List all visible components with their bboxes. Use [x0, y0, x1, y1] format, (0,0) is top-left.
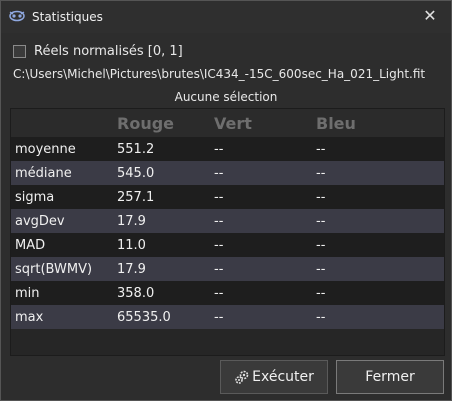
- close-button-label: Fermer: [365, 369, 415, 385]
- stat-vert: --: [214, 261, 224, 277]
- stat-bleu: --: [316, 213, 326, 229]
- execute-button-label: Exécuter: [252, 369, 314, 385]
- table-row[interactable]: MAD 11.0 -- --: [11, 233, 444, 257]
- table-row[interactable]: avgDev 17.9 -- --: [11, 209, 444, 233]
- stat-name: sigma: [15, 189, 55, 205]
- siril-logo-icon: [9, 10, 25, 22]
- stat-rouge: 11.0: [117, 237, 146, 253]
- execute-gears-icon: [235, 370, 249, 384]
- stat-bleu: --: [316, 285, 326, 301]
- stat-bleu: --: [316, 189, 326, 205]
- stat-name: MAD: [15, 237, 46, 253]
- table-row[interactable]: min 358.0 -- --: [11, 281, 444, 305]
- normalized-checkbox-label[interactable]: Réels normalisés [0, 1]: [34, 44, 183, 59]
- normalized-checkbox[interactable]: [13, 44, 26, 58]
- statistics-dialog: Statistiques ✕ Réels normalisés [0, 1] C…: [0, 0, 452, 401]
- normalized-checkbox-row[interactable]: Réels normalisés [0, 1]: [13, 43, 183, 59]
- stat-bleu: --: [316, 165, 326, 181]
- file-path: C:\Users\Michel\Pictures\brutes\IC434_-1…: [13, 67, 426, 81]
- column-header-rouge[interactable]: Rouge: [113, 114, 210, 133]
- title-bar: Statistiques ✕: [1, 1, 451, 33]
- stat-vert: --: [214, 237, 224, 253]
- stat-bleu: --: [316, 237, 326, 253]
- stat-vert: --: [214, 165, 224, 181]
- column-header-vert[interactable]: Vert: [210, 114, 312, 133]
- stat-rouge: 257.1: [117, 189, 155, 205]
- table-row[interactable]: moyenne 551.2 -- --: [11, 137, 444, 161]
- stat-rouge: 17.9: [117, 261, 146, 277]
- window-title: Statistiques: [32, 10, 103, 24]
- table-row[interactable]: max 65535.0 -- --: [11, 305, 444, 329]
- stat-vert: --: [214, 309, 224, 325]
- statistics-table: Rouge Vert Bleu moyenne 551.2 -- -- médi…: [10, 108, 445, 356]
- stat-name: médiane: [15, 165, 72, 181]
- close-button[interactable]: Fermer: [336, 360, 444, 394]
- table-row[interactable]: sigma 257.1 -- --: [11, 185, 444, 209]
- stat-vert: --: [214, 213, 224, 229]
- stat-name: avgDev: [15, 213, 65, 229]
- stat-vert: --: [214, 141, 224, 157]
- stat-rouge: 65535.0: [117, 309, 171, 325]
- stat-bleu: --: [316, 141, 326, 157]
- stat-name: min: [15, 285, 40, 301]
- execute-button[interactable]: Exécuter: [220, 360, 328, 394]
- stat-vert: --: [214, 285, 224, 301]
- stat-bleu: --: [316, 309, 326, 325]
- stat-rouge: 17.9: [117, 213, 146, 229]
- stat-bleu: --: [316, 261, 326, 277]
- table-header: Rouge Vert Bleu: [11, 109, 444, 137]
- selection-status: Aucune sélection: [174, 90, 278, 104]
- stat-rouge: 551.2: [117, 141, 155, 157]
- stat-rouge: 545.0: [117, 165, 155, 181]
- stat-rouge: 358.0: [117, 285, 155, 301]
- stat-name: sqrt(BWMV): [15, 261, 93, 277]
- stat-name: max: [15, 309, 44, 325]
- table-row[interactable]: sqrt(BWMV) 17.9 -- --: [11, 257, 444, 281]
- column-header-bleu[interactable]: Bleu: [312, 114, 444, 133]
- close-icon[interactable]: ✕: [421, 7, 439, 25]
- stat-vert: --: [214, 189, 224, 205]
- table-row[interactable]: médiane 545.0 -- --: [11, 161, 444, 185]
- stat-name: moyenne: [15, 141, 76, 157]
